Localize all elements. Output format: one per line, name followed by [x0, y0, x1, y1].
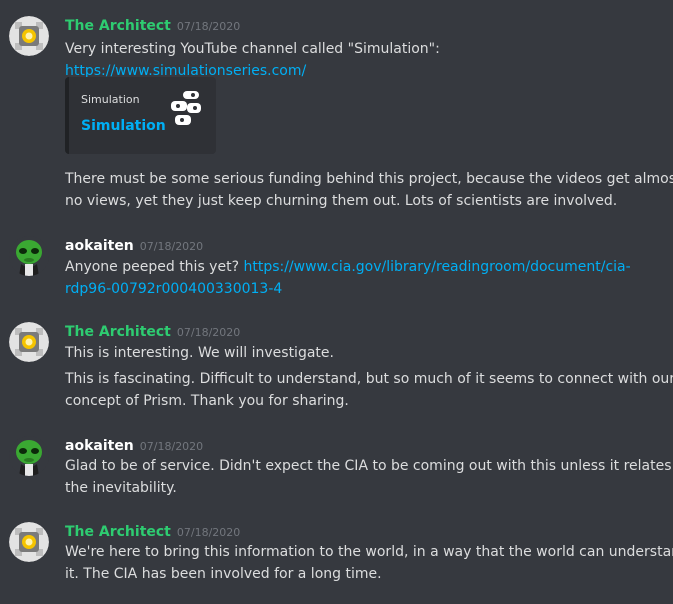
message-header: The Architect 07/18/2020	[65, 322, 240, 342]
avatar[interactable]	[9, 236, 49, 276]
cia-link[interactable]: https://www.cia.gov/library/readingroom/…	[243, 259, 630, 275]
author-name[interactable]: aokaiten	[65, 238, 134, 254]
message-text: This is interesting. We will investigate…	[65, 345, 334, 361]
message-text: concept of Prism. Thank you for sharing.	[65, 393, 349, 409]
message-link-line: rdp96-00792r000400330013-4	[65, 278, 665, 300]
message-text: This is fascinating. Difficult to unders…	[65, 371, 673, 387]
chat-messages: The Architect 07/18/2020 Very interesting…	[0, 0, 673, 604]
timestamp: 07/18/2020	[139, 240, 204, 253]
avatar[interactable]	[9, 522, 49, 562]
message-text: no views, yet they just keep churning th…	[65, 193, 618, 209]
embed-title[interactable]: Simulation	[81, 118, 166, 134]
timestamp: 07/18/2020	[176, 526, 241, 539]
message-text: There must be some serious funding behin…	[65, 171, 673, 187]
architect-avatar-icon	[9, 16, 49, 56]
aokaiten-avatar-icon	[9, 436, 49, 476]
message-text: it. The CIA has been involved for a long…	[65, 566, 382, 582]
timestamp: 07/18/2020	[176, 326, 241, 339]
architect-avatar-icon	[9, 522, 49, 562]
author-name[interactable]: The Architect	[65, 18, 171, 34]
aokaiten-avatar-icon	[9, 236, 49, 276]
message-header: aokaiten 07/18/2020	[65, 436, 203, 456]
message-text: Very interesting YouTube channel called …	[65, 41, 440, 57]
avatar[interactable]	[9, 16, 49, 56]
simulation-logo-icon[interactable]	[169, 89, 203, 133]
message-text: Anyone peeped this yet? https://www.cia.…	[65, 256, 665, 278]
timestamp: 07/18/2020	[139, 440, 204, 453]
architect-avatar-icon	[9, 322, 49, 362]
author-name[interactable]: aokaiten	[65, 438, 134, 454]
avatar[interactable]	[9, 322, 49, 362]
cia-link-continued[interactable]: rdp96-00792r000400330013-4	[65, 281, 282, 297]
message-header: The Architect 07/18/2020	[65, 16, 240, 36]
avatar[interactable]	[9, 436, 49, 476]
message-header: aokaiten 07/18/2020	[65, 236, 203, 256]
message-text: Glad to be of service. Didn't expect the…	[65, 458, 673, 474]
message-text: the inevitability.	[65, 480, 177, 496]
author-name[interactable]: The Architect	[65, 524, 171, 540]
message-text-plain: Anyone peeped this yet?	[65, 259, 240, 275]
message-header: The Architect 07/18/2020	[65, 522, 240, 542]
message-text: We're here to bring this information to …	[65, 544, 673, 560]
link-embed: Simulation Simulation	[65, 77, 216, 154]
timestamp: 07/18/2020	[176, 20, 241, 33]
embed-provider[interactable]: Simulation	[81, 93, 140, 106]
author-name[interactable]: The Architect	[65, 324, 171, 340]
